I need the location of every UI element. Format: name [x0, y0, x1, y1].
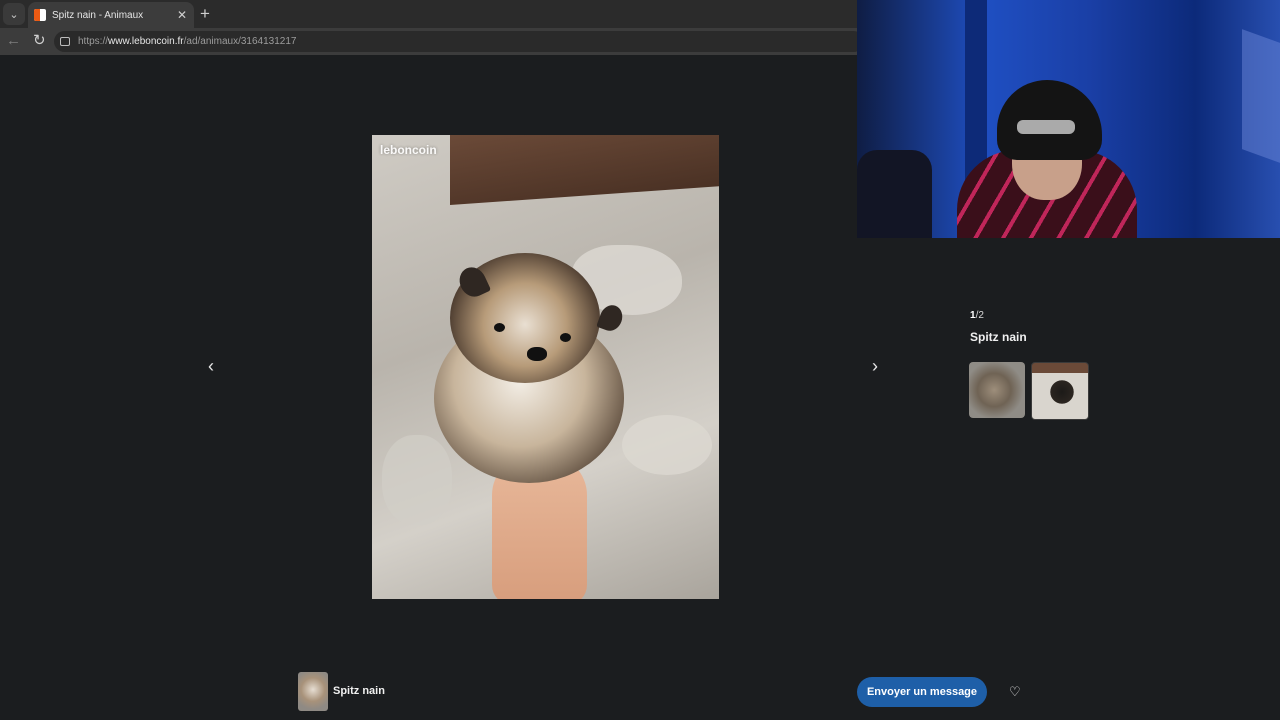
webcam-background [1242, 29, 1280, 171]
reload-icon[interactable]: ↻ [33, 31, 46, 49]
beanie-logo [1017, 120, 1075, 134]
puppy-eye [560, 333, 571, 342]
puppy-nose [527, 347, 547, 361]
address-bar[interactable]: https://www.leboncoin.fr/ad/animaux/3164… [54, 31, 864, 52]
chevron-left-icon[interactable]: ‹ [208, 357, 214, 375]
leboncoin-favicon-icon [34, 9, 46, 21]
photo-watermark: leboncoin [380, 143, 437, 157]
webcam-chair [857, 150, 932, 238]
back-arrow-icon[interactable]: ← [6, 32, 21, 49]
url-text: https://www.leboncoin.fr/ad/animaux/3164… [78, 36, 297, 47]
main-photo: leboncoin [372, 135, 719, 599]
stone-patch [382, 435, 452, 525]
plus-icon[interactable]: + [200, 4, 210, 24]
photo-counter: 1/2 [970, 310, 984, 321]
listing-thumbnail [298, 672, 328, 711]
puppy-eye [494, 323, 505, 332]
active-tab[interactable]: Spitz nain - Animaux ✕ [28, 2, 194, 28]
thumbnail-2[interactable] [1031, 362, 1089, 420]
heart-icon[interactable]: ♡ [1009, 684, 1021, 700]
tab-title: Spitz nain - Animaux [52, 9, 144, 21]
thumbnail-1[interactable] [969, 362, 1025, 418]
send-message-button[interactable]: Envoyer un message [857, 677, 987, 707]
listing-title: Spitz nain [970, 330, 1027, 344]
close-icon[interactable]: ✕ [177, 8, 187, 22]
chevron-right-icon[interactable]: › [872, 357, 878, 375]
chevron-down-icon: ⌄ [9, 8, 19, 21]
site-info-icon[interactable] [60, 37, 70, 46]
stone-patch [622, 415, 712, 475]
bottom-listing-title: Spitz nain [333, 685, 385, 697]
webcam-overlay [857, 0, 1280, 238]
wooden-beam [450, 135, 719, 205]
tab-list-button[interactable]: ⌄ [3, 3, 25, 25]
